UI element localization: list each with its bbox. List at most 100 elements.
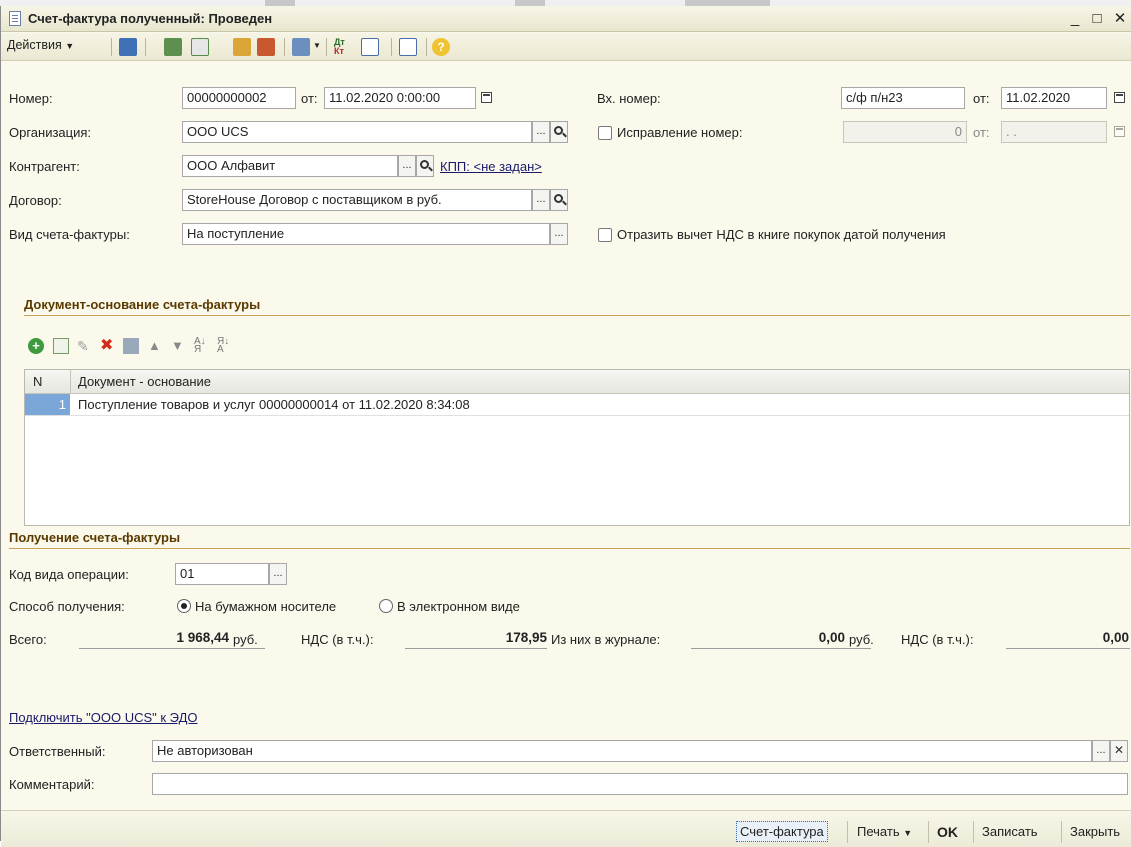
- sort-desc-icon[interactable]: Я↓ A: [217, 337, 233, 355]
- vat-label: НДС (в т.ч.):: [301, 632, 374, 647]
- actions-menu-button[interactable]: Действия ▼: [7, 38, 74, 52]
- method-electronic-radio[interactable]: [379, 599, 393, 613]
- button-separator: [928, 821, 929, 843]
- responsible-select-button[interactable]: ...: [1092, 740, 1110, 762]
- method-electronic-label[interactable]: В электронном виде: [397, 599, 520, 614]
- toolbar-separator: [326, 38, 327, 56]
- add-row-icon[interactable]: +: [28, 338, 44, 354]
- dt-kt-icon[interactable]: Дт Кт: [334, 38, 352, 56]
- counterparty-label: Контрагент:: [9, 159, 80, 174]
- edo-connect-link[interactable]: Подключить "ООО UCS" к ЭДО: [9, 710, 198, 725]
- contract-field[interactable]: StoreHouse Договор с поставщиком в руб.: [182, 189, 532, 211]
- chevron-down-icon: ▼: [65, 41, 75, 51]
- journal-underline: [691, 648, 871, 649]
- date-from-label: от:: [301, 91, 318, 106]
- total-value: 1 968,44: [176, 630, 229, 645]
- post-doc-icon[interactable]: [119, 38, 137, 56]
- help-icon[interactable]: ?: [432, 38, 450, 56]
- organization-field[interactable]: ООО UCS: [182, 121, 532, 143]
- row-document-cell[interactable]: Поступление товаров и услуг 00000000014 …: [78, 397, 470, 412]
- move-down-icon[interactable]: ▼: [171, 338, 187, 354]
- organization-open-button[interactable]: [550, 121, 568, 143]
- delete-row-icon[interactable]: ✖: [100, 338, 116, 354]
- vat-deduction-checkbox[interactable]: [598, 228, 612, 242]
- invoice-kind-select-button[interactable]: ...: [550, 223, 568, 245]
- toolbar-separator: [426, 38, 427, 56]
- responsible-field[interactable]: Не авторизован: [152, 740, 1092, 762]
- method-paper-label[interactable]: На бумажном носителе: [195, 599, 336, 614]
- invoice-kind-label: Вид счета-фактуры:: [9, 227, 130, 242]
- table-header: N Документ - основание: [25, 370, 1129, 394]
- calendar-icon[interactable]: [481, 92, 492, 103]
- move-up-icon[interactable]: ▲: [148, 338, 164, 354]
- invoice-kind-field[interactable]: На поступление: [182, 223, 550, 245]
- journal-vat-label: НДС (в т.ч.):: [901, 632, 974, 647]
- journal-vat-underline: [1006, 648, 1130, 649]
- column-header-n[interactable]: N: [33, 374, 42, 389]
- incoming-date-from-label: от:: [973, 91, 990, 106]
- contract-open-button[interactable]: [550, 189, 568, 211]
- save-button[interactable]: Записать: [982, 824, 1038, 839]
- copy-doc-icon[interactable]: [191, 38, 209, 56]
- total-label: Всего:: [9, 632, 47, 647]
- maximize-button[interactable]: □: [1086, 6, 1108, 32]
- section-divider: [9, 548, 1130, 549]
- total-currency: руб.: [233, 632, 258, 647]
- chevron-down-icon: ▼: [903, 828, 913, 838]
- method-paper-radio[interactable]: [177, 599, 191, 613]
- date-field[interactable]: 11.02.2020 0:00:00: [324, 87, 476, 109]
- actions-label: Действия: [7, 38, 62, 52]
- calendar-icon[interactable]: [1114, 92, 1125, 103]
- incoming-number-label: Вх. номер:: [597, 91, 661, 106]
- goto-icon[interactable]: [292, 38, 310, 56]
- document-icon: [9, 11, 21, 26]
- edit-form-icon[interactable]: [399, 38, 417, 56]
- unpost-doc-icon[interactable]: [257, 38, 275, 56]
- number-field[interactable]: 00000000002: [182, 87, 296, 109]
- comment-label: Комментарий:: [9, 777, 95, 792]
- op-code-field[interactable]: 01: [175, 563, 269, 585]
- column-header-document[interactable]: Документ - основание: [78, 374, 211, 389]
- responsible-label: Ответственный:: [9, 744, 106, 759]
- search-icon: [554, 126, 563, 135]
- counterparty-field[interactable]: ООО Алфавит: [182, 155, 398, 177]
- counterparty-open-button[interactable]: [416, 155, 434, 177]
- kpp-link[interactable]: КПП: <не задан>: [440, 159, 542, 174]
- print-label: Печать: [857, 824, 900, 839]
- minimize-button[interactable]: _: [1064, 6, 1086, 32]
- journal-currency: руб.: [849, 632, 874, 647]
- close-window-button[interactable]: ✕: [1109, 6, 1131, 32]
- fill-doc-icon[interactable]: [233, 38, 251, 56]
- op-code-select-button[interactable]: ...: [269, 563, 287, 585]
- copy-row-icon[interactable]: [53, 338, 69, 354]
- vat-underline: [405, 648, 547, 649]
- toolbar-separator: [145, 38, 146, 56]
- number-label: Номер:: [9, 91, 53, 106]
- ok-button[interactable]: OK: [937, 824, 958, 840]
- column-divider: [70, 370, 71, 394]
- bottom-button-bar: Счет-фактура Печать ▼ OK Записать Закрыт…: [1, 810, 1131, 847]
- sort-asc-icon[interactable]: A↓ Я: [194, 337, 210, 355]
- title-bar[interactable]: Счет-фактура полученный: Проведен _ □ ✕: [1, 6, 1131, 32]
- counterparty-select-button[interactable]: ...: [398, 155, 416, 177]
- table-row[interactable]: 1 Поступление товаров и услуг 0000000001…: [25, 394, 1129, 416]
- refresh-icon[interactable]: [164, 38, 182, 56]
- end-edit-icon[interactable]: [123, 338, 139, 354]
- clear-icon[interactable]: ✕: [1110, 740, 1128, 762]
- incoming-date-field[interactable]: 11.02.2020: [1001, 87, 1107, 109]
- print-menu-button[interactable]: Печать ▼: [857, 824, 912, 839]
- comment-field[interactable]: [152, 773, 1128, 795]
- section-divider: [24, 315, 1130, 316]
- contract-select-button[interactable]: ...: [532, 189, 550, 211]
- basis-table: N Документ - основание 1 Поступление тов…: [24, 369, 1130, 526]
- structure-icon[interactable]: [361, 38, 379, 56]
- incoming-number-field[interactable]: с/ф п/н23: [841, 87, 965, 109]
- invoice-print-button[interactable]: Счет-фактура: [736, 821, 828, 842]
- chevron-down-icon[interactable]: ▼: [313, 41, 321, 50]
- organization-select-button[interactable]: ...: [532, 121, 550, 143]
- edit-row-icon[interactable]: ✎: [77, 338, 93, 354]
- organization-label: Организация:: [9, 125, 92, 140]
- correction-checkbox[interactable]: [598, 126, 612, 140]
- row-number-cell[interactable]: 1: [25, 394, 70, 415]
- close-button[interactable]: Закрыть: [1070, 824, 1120, 839]
